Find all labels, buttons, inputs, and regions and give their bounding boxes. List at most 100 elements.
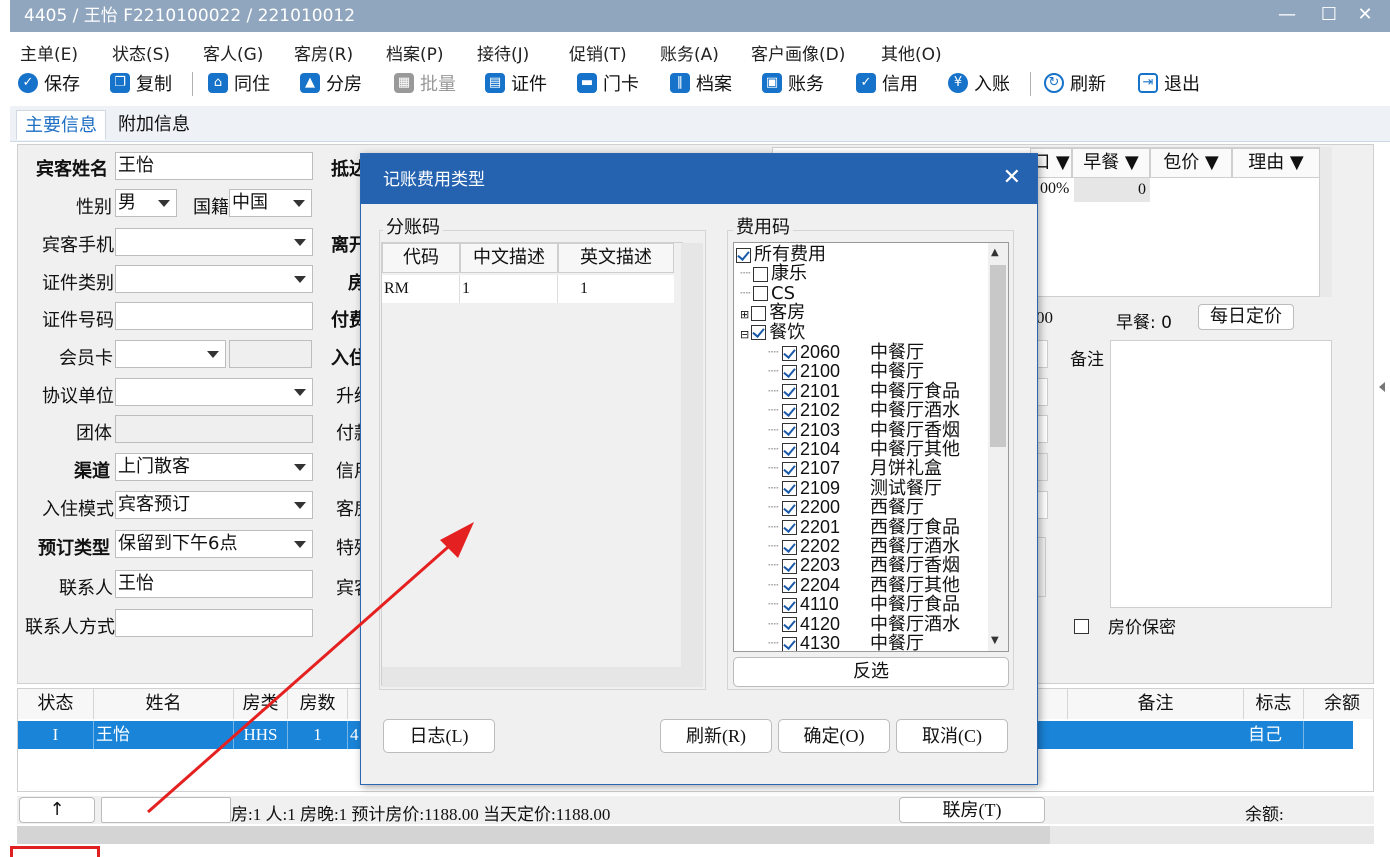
breakfast-cell[interactable]: 0 <box>1074 178 1150 202</box>
tree-node-cs[interactable]: ┈ CS <box>740 283 795 304</box>
phone-select[interactable] <box>115 228 313 256</box>
menu-account[interactable]: 账务(A) <box>660 40 719 65</box>
tree-fee-item[interactable]: ┈ 2202 西餐厅酒水 <box>768 536 960 557</box>
tree-fee-item[interactable]: ┈ 2101 中餐厅食品 <box>768 381 960 402</box>
quick-input[interactable] <box>101 797 231 823</box>
menu-room[interactable]: 客房(R) <box>294 40 353 65</box>
sub-grid-vscroll[interactable] <box>681 243 703 667</box>
scrollbar-thumb[interactable] <box>17 826 1050 844</box>
checkbox[interactable] <box>782 403 797 419</box>
checkbox[interactable] <box>782 461 797 477</box>
ok-button[interactable]: 确定(O) <box>778 719 890 753</box>
checkbox[interactable] <box>782 500 797 516</box>
collapse-arrow-icon[interactable] <box>1379 382 1385 392</box>
checkbox[interactable] <box>782 520 797 536</box>
menu-status[interactable]: 状态(S) <box>112 40 170 65</box>
assign-room-button[interactable]: ▲ 分房 <box>300 70 362 96</box>
tree-node-recreation[interactable]: ┈ 康乐 <box>740 264 807 284</box>
menu-customer-portrait[interactable]: 客户画像(D) <box>751 40 845 65</box>
agreement-select[interactable] <box>115 378 313 406</box>
idno-input[interactable] <box>115 302 313 330</box>
profile-button[interactable]: ∥ 档案 <box>670 70 732 96</box>
tree-fee-item[interactable]: ┈ 2200 西餐厅 <box>768 497 924 518</box>
refresh-button[interactable]: ↻ 刷新 <box>1044 70 1106 96</box>
doorcard-button[interactable]: ▬ 门卡 <box>577 70 639 96</box>
menu-master[interactable]: 主单(E) <box>20 40 78 65</box>
channel-select[interactable]: 上门散客 <box>115 453 313 481</box>
member-select[interactable] <box>115 340 226 368</box>
post-button[interactable]: ¥ 入账 <box>948 70 1010 96</box>
exit-button[interactable]: ⇥ 退出 <box>1138 70 1200 96</box>
tree-scroll-thumb[interactable] <box>990 265 1006 447</box>
table-row[interactable]: RM 1 1 <box>382 275 674 303</box>
book-type-select[interactable]: 保留到下午6点 <box>115 530 313 558</box>
daily-price-button[interactable]: 每日定价 <box>1198 304 1294 330</box>
scroll-down-icon[interactable]: ▼ <box>991 635 999 646</box>
tree-node-rooms[interactable]: ⊞ 客房 <box>740 303 805 323</box>
log-button[interactable]: 日志(L) <box>383 719 495 753</box>
price-secret-checkbox[interactable] <box>1074 618 1089 634</box>
breakfast-header[interactable]: 早餐 ▼ <box>1072 148 1150 178</box>
col-status-header[interactable]: 状态 <box>18 689 94 719</box>
tree-root-all-fees[interactable]: 所有费用 <box>736 245 826 265</box>
contact-input[interactable]: 王怡 <box>115 570 313 598</box>
checkbox[interactable] <box>782 578 797 594</box>
tree-fee-item[interactable]: ┈ 2203 西餐厅香烟 <box>768 555 960 576</box>
price-grid-scrollbar[interactable] <box>1320 147 1332 297</box>
guest-name-input[interactable]: 王怡 <box>115 152 313 180</box>
checkbox[interactable] <box>782 442 797 458</box>
cohabit-button[interactable]: ⌂ 同住 <box>208 70 270 96</box>
invert-selection-button[interactable]: 反选 <box>733 657 1009 687</box>
remark-textarea[interactable] <box>1110 340 1332 608</box>
tree-fee-item[interactable]: ┈ 2107 月饼礼盒 <box>768 458 942 479</box>
gender-select[interactable]: 男 <box>115 189 177 217</box>
scroll-up-icon[interactable]: ▲ <box>991 247 999 258</box>
maximize-button[interactable]: ☐ <box>1314 0 1344 32</box>
tree-vscroll[interactable]: ▲ ▼ <box>988 243 1008 651</box>
col-name-header[interactable]: 姓名 <box>94 689 234 719</box>
move-up-button[interactable]: ↑ <box>19 797 95 823</box>
collapse-icon[interactable]: ⊟ <box>740 328 749 341</box>
package-header[interactable]: 包价 ▼ <box>1150 148 1232 178</box>
tree-node-dining[interactable]: ⊟ 餐饮 <box>740 322 805 343</box>
checkbox[interactable] <box>751 325 767 341</box>
account-button[interactable]: ▣ 账务 <box>762 70 824 96</box>
checkbox[interactable] <box>753 266 768 282</box>
en-desc-header[interactable]: 英文描述 <box>558 243 674 273</box>
checkbox[interactable] <box>751 305 767 321</box>
menu-promotion[interactable]: 促销(T) <box>569 40 627 65</box>
tree-fee-item[interactable]: ┈ 4110 中餐厅食品 <box>768 594 960 615</box>
expand-icon[interactable]: ⊞ <box>740 308 749 321</box>
tree-fee-item[interactable]: ┈ 2204 西餐厅其他 <box>768 575 960 596</box>
checkbox[interactable] <box>782 423 797 439</box>
checkbox[interactable] <box>782 597 797 613</box>
menu-guest[interactable]: 客人(G) <box>203 40 263 65</box>
col-flag-header[interactable]: 标志 <box>1244 689 1304 719</box>
cancel-button[interactable]: 取消(C) <box>896 719 1008 753</box>
tree-fee-item[interactable]: ┈ 4120 中餐厅酒水 <box>768 614 960 635</box>
checkbox[interactable] <box>782 558 797 574</box>
sub-grid-hscroll[interactable] <box>382 667 703 687</box>
checkbox[interactable] <box>782 481 797 497</box>
tree-fee-item[interactable]: ┈ 2100 中餐厅 <box>768 361 924 382</box>
col-balance-header[interactable]: 余额 <box>1304 689 1374 719</box>
menu-profile[interactable]: 档案(P) <box>386 40 444 65</box>
refresh-dialog-button[interactable]: 刷新(R) <box>660 719 772 753</box>
checkbox[interactable] <box>782 364 797 380</box>
checkbox[interactable] <box>753 286 768 302</box>
tree-fee-item[interactable]: ┈ 2104 中餐厅其他 <box>768 439 960 460</box>
checkbox[interactable] <box>782 636 797 651</box>
tree-fee-item[interactable]: ┈ 4130 中餐厅 <box>768 633 924 651</box>
tree-fee-item[interactable]: ┈ 2102 中餐厅酒水 <box>768 400 960 421</box>
tree-fee-item[interactable]: ┈ 2201 西餐厅食品 <box>768 517 960 538</box>
idcard-button[interactable]: ▤ 证件 <box>485 70 547 96</box>
idtype-select[interactable] <box>115 265 313 293</box>
tab-extra-info[interactable]: 附加信息 <box>110 110 198 140</box>
batch-button[interactable]: ▦ 批量 <box>394 70 456 96</box>
col-roomtype-header[interactable]: 房类 <box>234 689 288 719</box>
credit-button[interactable]: ✓ 信用 <box>856 70 918 96</box>
copy-button[interactable]: ❐ 复制 <box>110 70 172 96</box>
save-button[interactable]: ✓ 保存 <box>18 70 80 96</box>
reason-header[interactable]: 理由 ▼ <box>1232 148 1320 178</box>
tree-fee-item[interactable]: ┈ 2109 测试餐厅 <box>768 478 942 499</box>
